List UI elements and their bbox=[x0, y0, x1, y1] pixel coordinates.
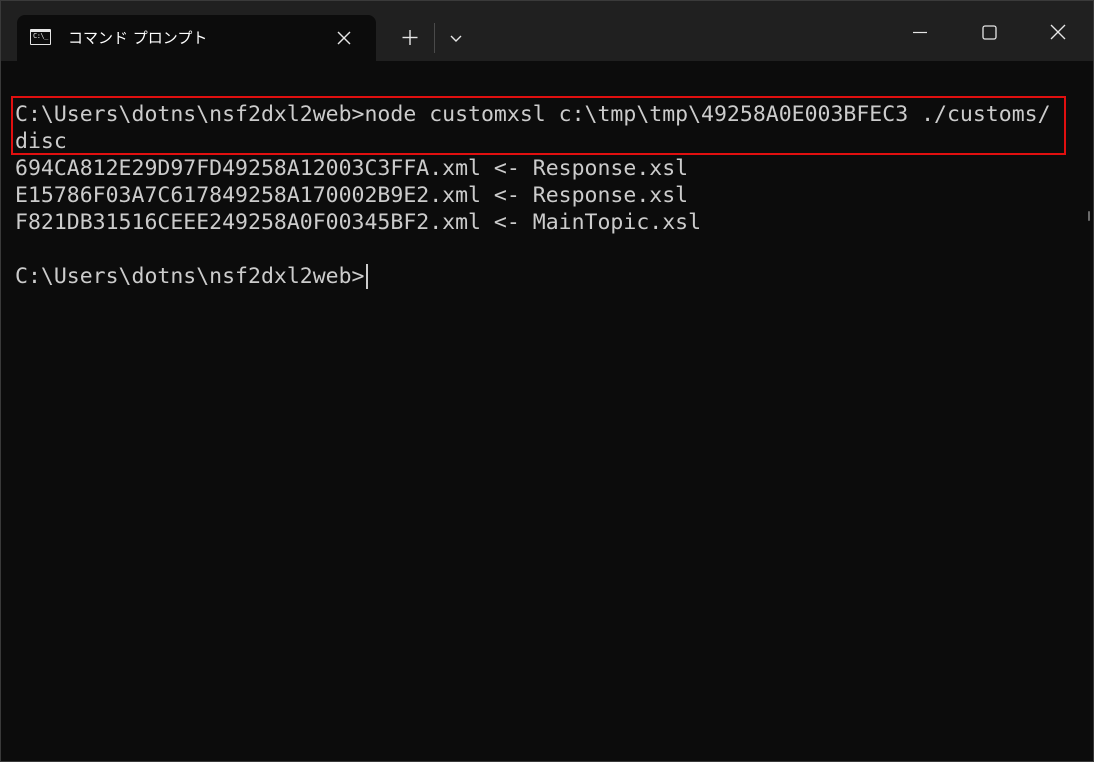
chevron-down-icon bbox=[450, 35, 462, 42]
minimize-button[interactable] bbox=[897, 15, 943, 51]
tab-command-prompt[interactable]: C:\_ コマンド プロンプト bbox=[17, 15, 376, 61]
command-prompt-icon-text: C:\_ bbox=[33, 32, 48, 40]
text-cursor bbox=[365, 264, 368, 289]
new-tab-button[interactable] bbox=[393, 23, 427, 53]
terminal-line-output: 694CA812E29D97FD49258A12003C3FFA.xml <- … bbox=[15, 156, 689, 181]
minimize-icon bbox=[913, 31, 927, 34]
highlight-box bbox=[11, 96, 1066, 155]
maximize-button[interactable] bbox=[966, 15, 1012, 51]
terminal-line-prompt: C:\Users\dotns\nsf2dxl2web> bbox=[15, 263, 1083, 290]
prompt-text: C:\Users\dotns\nsf2dxl2web> bbox=[15, 264, 365, 289]
scrollbar-thumb[interactable] bbox=[1088, 211, 1090, 221]
command-prompt-icon: C:\_ bbox=[30, 29, 51, 45]
title-bar[interactable]: C:\_ コマンド プロンプト bbox=[1, 1, 1093, 61]
close-icon bbox=[1050, 24, 1066, 40]
terminal-line-output: F821DB31516CEEE249258A0F00345BF2.xml <- … bbox=[15, 210, 702, 235]
plus-icon bbox=[402, 30, 418, 45]
close-icon bbox=[337, 31, 351, 45]
terminal-window: C:\_ コマンド プロンプト C:\Users\dotns\nsf2dxl2w… bbox=[0, 0, 1094, 762]
tab-close-button[interactable] bbox=[333, 27, 355, 49]
window-close-button[interactable] bbox=[1035, 15, 1081, 51]
terminal-line-output: E15786F03A7C617849258A170002B9E2.xml <- … bbox=[15, 183, 689, 208]
scrollbar[interactable] bbox=[1085, 63, 1093, 761]
maximize-icon bbox=[982, 25, 997, 40]
tab-divider bbox=[434, 23, 435, 53]
tab-dropdown-button[interactable] bbox=[441, 25, 471, 53]
tab-title: コマンド プロンプト bbox=[68, 29, 208, 47]
